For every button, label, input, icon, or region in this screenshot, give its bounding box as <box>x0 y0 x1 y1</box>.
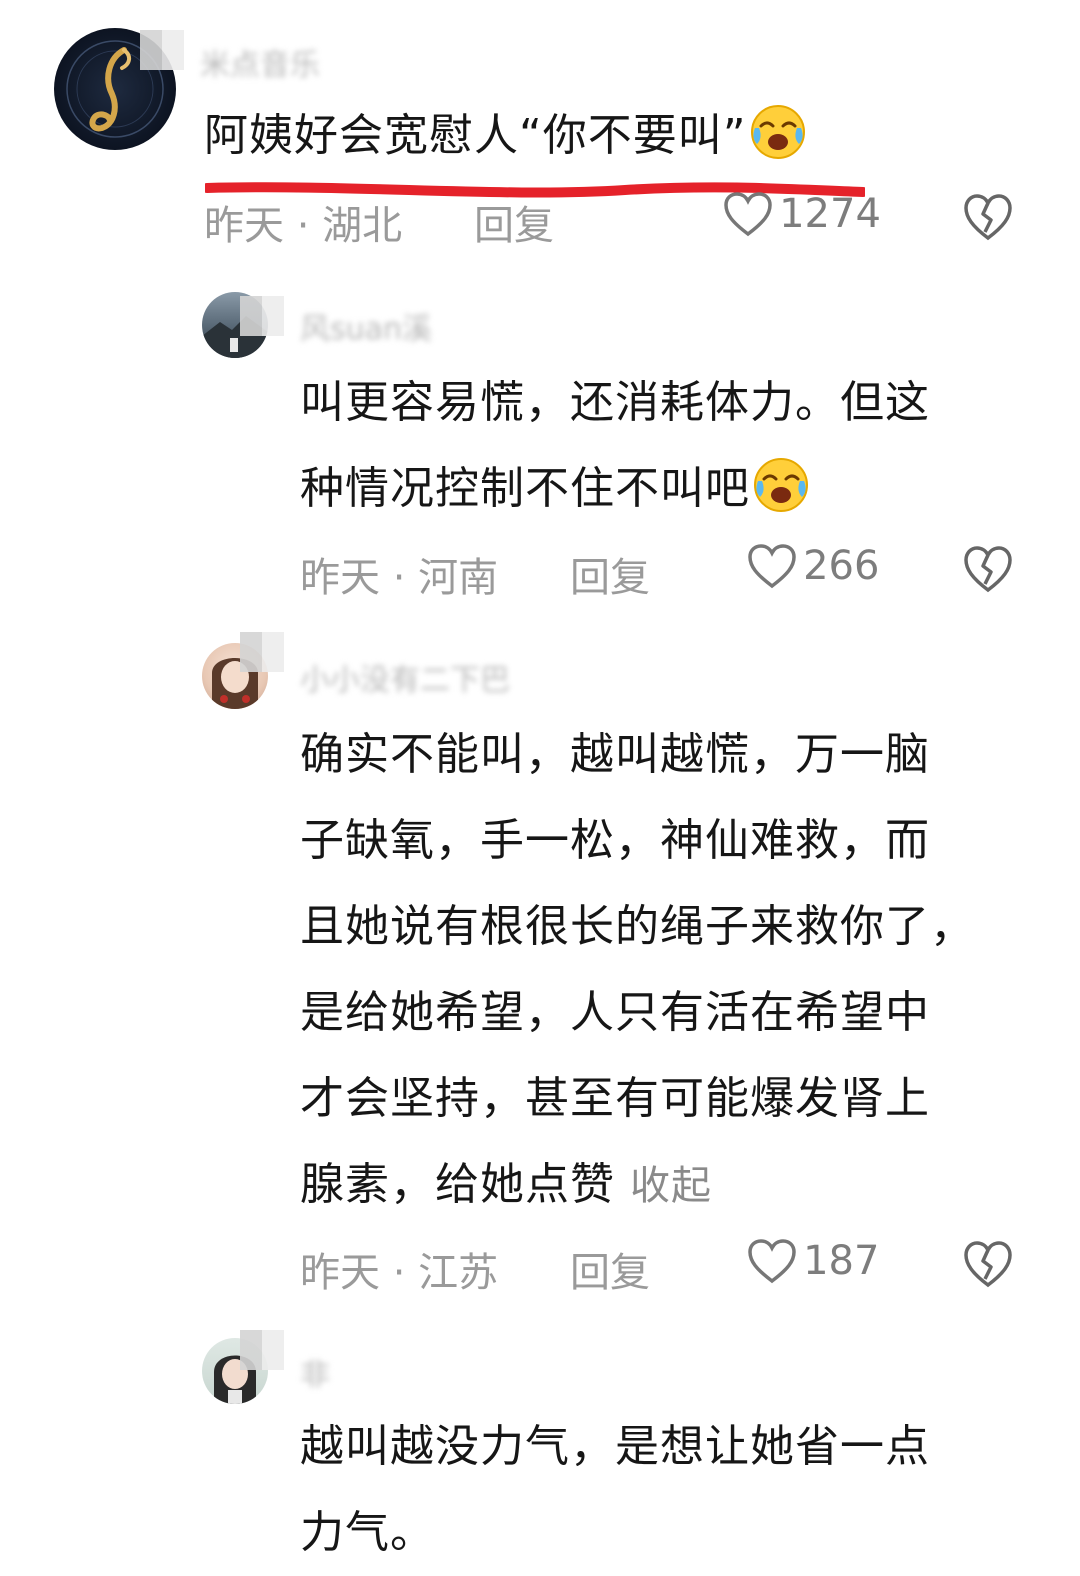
dislike-button[interactable] <box>962 544 1014 598</box>
comment-line: 越叫越没力气，是想让她省一点 <box>300 1421 930 1472</box>
reply-button[interactable]: 回复 <box>570 1240 650 1298</box>
username-mosaic <box>140 30 184 70</box>
username[interactable]: 小小没有二下巴 <box>300 655 510 699</box>
comment-text: 越叫越没力气，是想让她省一点 力气。 <box>300 1404 930 1576</box>
comment-line: 是给她希望，人只有活在希望中 <box>300 987 930 1038</box>
crying-laughing-emoji-icon <box>747 100 809 189</box>
comment-line: 确实不能叫，越叫越慌，万一脑 <box>300 729 930 780</box>
collapse-button[interactable]: 收起 <box>630 1163 712 1209</box>
meta-separator: · <box>392 1250 406 1296</box>
username-mosaic <box>240 1330 284 1370</box>
like-count: 187 <box>803 1238 880 1284</box>
comment-location: 江苏 <box>418 1250 499 1296</box>
like-count: 1274 <box>779 191 881 237</box>
like-count: 266 <box>803 543 880 589</box>
broken-heart-icon <box>964 194 1012 241</box>
username-mosaic <box>240 296 284 336</box>
heart-outline-icon <box>724 192 772 237</box>
broken-heart-icon <box>964 1241 1012 1288</box>
comment-text: 阿姨好会宽慰人“你不要叫” <box>204 93 809 189</box>
meta-separator: · <box>392 555 406 601</box>
like-button[interactable]: 187 <box>746 1237 879 1285</box>
comment-text-content: 阿姨好会宽慰人“你不要叫” <box>204 110 747 161</box>
reply-button[interactable]: 回复 <box>474 193 554 251</box>
comment-meta: 昨天 · 湖北 <box>204 193 402 251</box>
like-button[interactable]: 1274 <box>722 190 881 238</box>
heart-outline-icon <box>748 544 796 589</box>
reply-button[interactable]: 回复 <box>570 545 650 603</box>
crying-laughing-emoji-icon <box>750 453 812 542</box>
heart-outline-icon <box>748 1239 796 1284</box>
comment-time: 昨天 <box>300 1250 380 1296</box>
comment-text: 叫更容易慌，还消耗体力。但这 种情况控制不住不叫吧 <box>300 360 930 542</box>
comment-text: 确实不能叫，越叫越慌，万一脑 子缺氧，手一松，神仙难救，而 且她说有根很长的绳子… <box>300 712 975 1229</box>
comment-line: 力气。 <box>300 1507 435 1558</box>
username[interactable]: 米点音乐 <box>200 40 320 84</box>
comment-location: 湖北 <box>322 203 403 249</box>
dislike-button[interactable] <box>962 192 1014 246</box>
comment-line: 叫更容易慌，还消耗体力。但这 <box>300 377 930 428</box>
comment-line: 且她说有根很长的绳子来救你了， <box>300 901 975 952</box>
comment-time: 昨天 <box>300 555 380 601</box>
comment-time: 昨天 <box>204 203 284 249</box>
like-button[interactable]: 266 <box>746 542 879 590</box>
comment-line: 子缺氧，手一松，神仙难救，而 <box>300 815 930 866</box>
comment-location: 河南 <box>418 555 499 601</box>
comment-line: 腺素，给她点赞 <box>300 1159 615 1210</box>
broken-heart-icon <box>964 546 1012 593</box>
meta-separator: · <box>296 203 310 249</box>
dislike-button[interactable] <box>962 1239 1014 1293</box>
comment-line-with-emoji: 种情况控制不住不叫吧 <box>300 446 930 542</box>
username[interactable]: 风suan溪 <box>300 304 432 348</box>
comment-meta: 昨天 · 河南 <box>300 545 498 603</box>
username[interactable]: 非 <box>300 1350 330 1394</box>
comment-line: 才会坚持，甚至有可能爆发肾上 <box>300 1073 930 1124</box>
comment-line-last: 腺素，给她点赞 收起 <box>300 1142 975 1229</box>
username-mosaic <box>240 632 284 672</box>
comment-line: 种情况控制不住不叫吧 <box>300 463 750 514</box>
comment-meta: 昨天 · 江苏 <box>300 1240 498 1298</box>
